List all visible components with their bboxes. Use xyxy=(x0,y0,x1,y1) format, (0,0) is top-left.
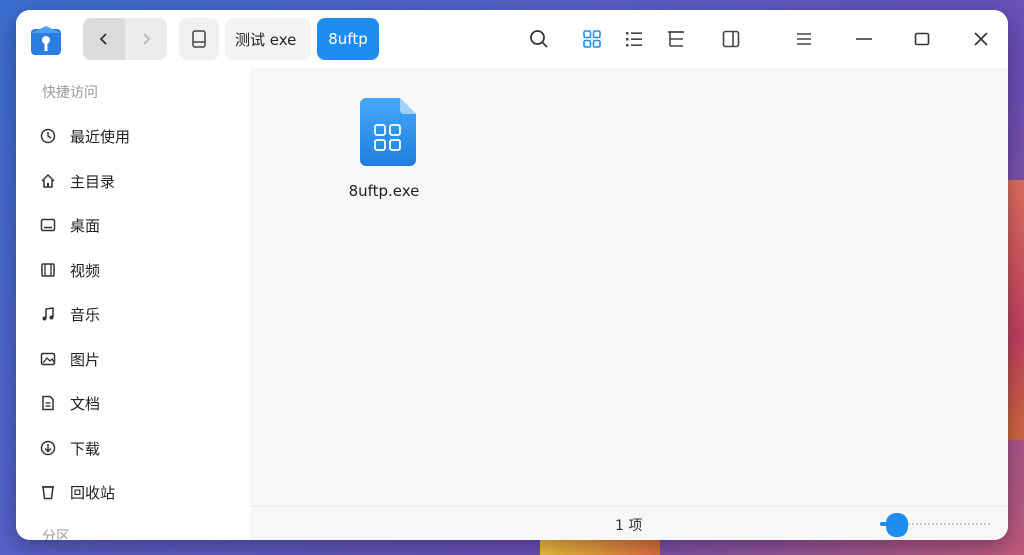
download-icon xyxy=(38,438,58,458)
zoom-slider-handle[interactable] xyxy=(885,513,908,537)
sidebar-item-label: 文档 xyxy=(70,394,101,413)
status-bar: 1 项 xyxy=(250,506,1008,540)
sidebar-item-trash[interactable]: 回收站 xyxy=(38,474,238,510)
sidebar-item-label: 回收站 xyxy=(70,483,116,502)
document-icon xyxy=(38,393,58,413)
sidebar-item-desktop[interactable]: 桌面 xyxy=(38,207,238,243)
file-name: 8uftp.exe xyxy=(348,182,420,200)
list-view-icon[interactable] xyxy=(621,26,647,52)
sidebar-item-label: 视频 xyxy=(70,261,101,280)
drive-icon xyxy=(192,30,206,48)
grid-view-icon[interactable] xyxy=(579,26,605,52)
sidebar-section-partitions: 分区 xyxy=(42,529,70,540)
back-button[interactable] xyxy=(83,18,125,60)
navigation-buttons xyxy=(83,18,167,60)
sidebar: 快捷访问 最近使用 主目录 桌面 视频 音乐 图片 文档 下载 回收站 分区 xyxy=(16,68,250,540)
executable-file-icon xyxy=(360,98,416,166)
sidebar-item-home[interactable]: 主目录 xyxy=(38,163,238,199)
sidebar-item-downloads[interactable]: 下载 xyxy=(38,430,238,466)
picture-icon xyxy=(38,349,58,369)
sidebar-item-recent[interactable]: 最近使用 xyxy=(38,118,238,154)
home-icon xyxy=(38,171,58,191)
chevron-left-icon xyxy=(99,33,107,45)
sidebar-item-music[interactable]: 音乐 xyxy=(38,296,238,332)
minimize-icon[interactable] xyxy=(851,26,877,52)
close-icon[interactable] xyxy=(968,26,994,52)
file-manager-logo-icon xyxy=(30,24,62,56)
maximize-icon[interactable] xyxy=(909,26,935,52)
sidebar-item-label: 最近使用 xyxy=(70,127,131,146)
trash-icon xyxy=(38,482,58,502)
desktop-icon xyxy=(38,215,58,235)
details-panel-icon[interactable] xyxy=(718,26,744,52)
sidebar-item-label: 主目录 xyxy=(70,172,116,191)
sidebar-item-pictures[interactable]: 图片 xyxy=(38,341,238,377)
sidebar-item-videos[interactable]: 视频 xyxy=(38,252,238,288)
tree-view-icon[interactable] xyxy=(663,26,689,52)
item-count: 1 项 xyxy=(615,518,643,534)
menu-icon[interactable] xyxy=(791,26,817,52)
search-icon[interactable] xyxy=(526,26,552,52)
breadcrumb-root-button[interactable] xyxy=(179,18,219,60)
sidebar-section-quick-access: 快捷访问 xyxy=(42,85,98,101)
sidebar-item-documents[interactable]: 文档 xyxy=(38,385,238,421)
file-manager-window: 测试 exe 8uftp 快捷访问 最近使用 主目录 桌面 视频 音乐 图片 文… xyxy=(16,10,1008,540)
clock-icon xyxy=(38,126,58,146)
sidebar-item-label: 桌面 xyxy=(70,216,101,235)
breadcrumb-current[interactable]: 8uftp xyxy=(317,18,379,60)
video-icon xyxy=(38,260,58,280)
titlebar: 测试 exe 8uftp xyxy=(16,10,1008,68)
forward-button[interactable] xyxy=(125,18,167,60)
music-icon xyxy=(38,304,58,324)
sidebar-item-label: 下载 xyxy=(70,439,101,458)
breadcrumb-item[interactable]: 测试 exe xyxy=(225,18,311,60)
chevron-right-icon xyxy=(143,33,151,45)
sidebar-item-label: 图片 xyxy=(70,350,101,369)
sidebar-item-label: 音乐 xyxy=(70,305,101,324)
file-item[interactable]: 8uftp.exe xyxy=(334,98,434,200)
file-view: 8uftp.exe xyxy=(250,68,1008,506)
